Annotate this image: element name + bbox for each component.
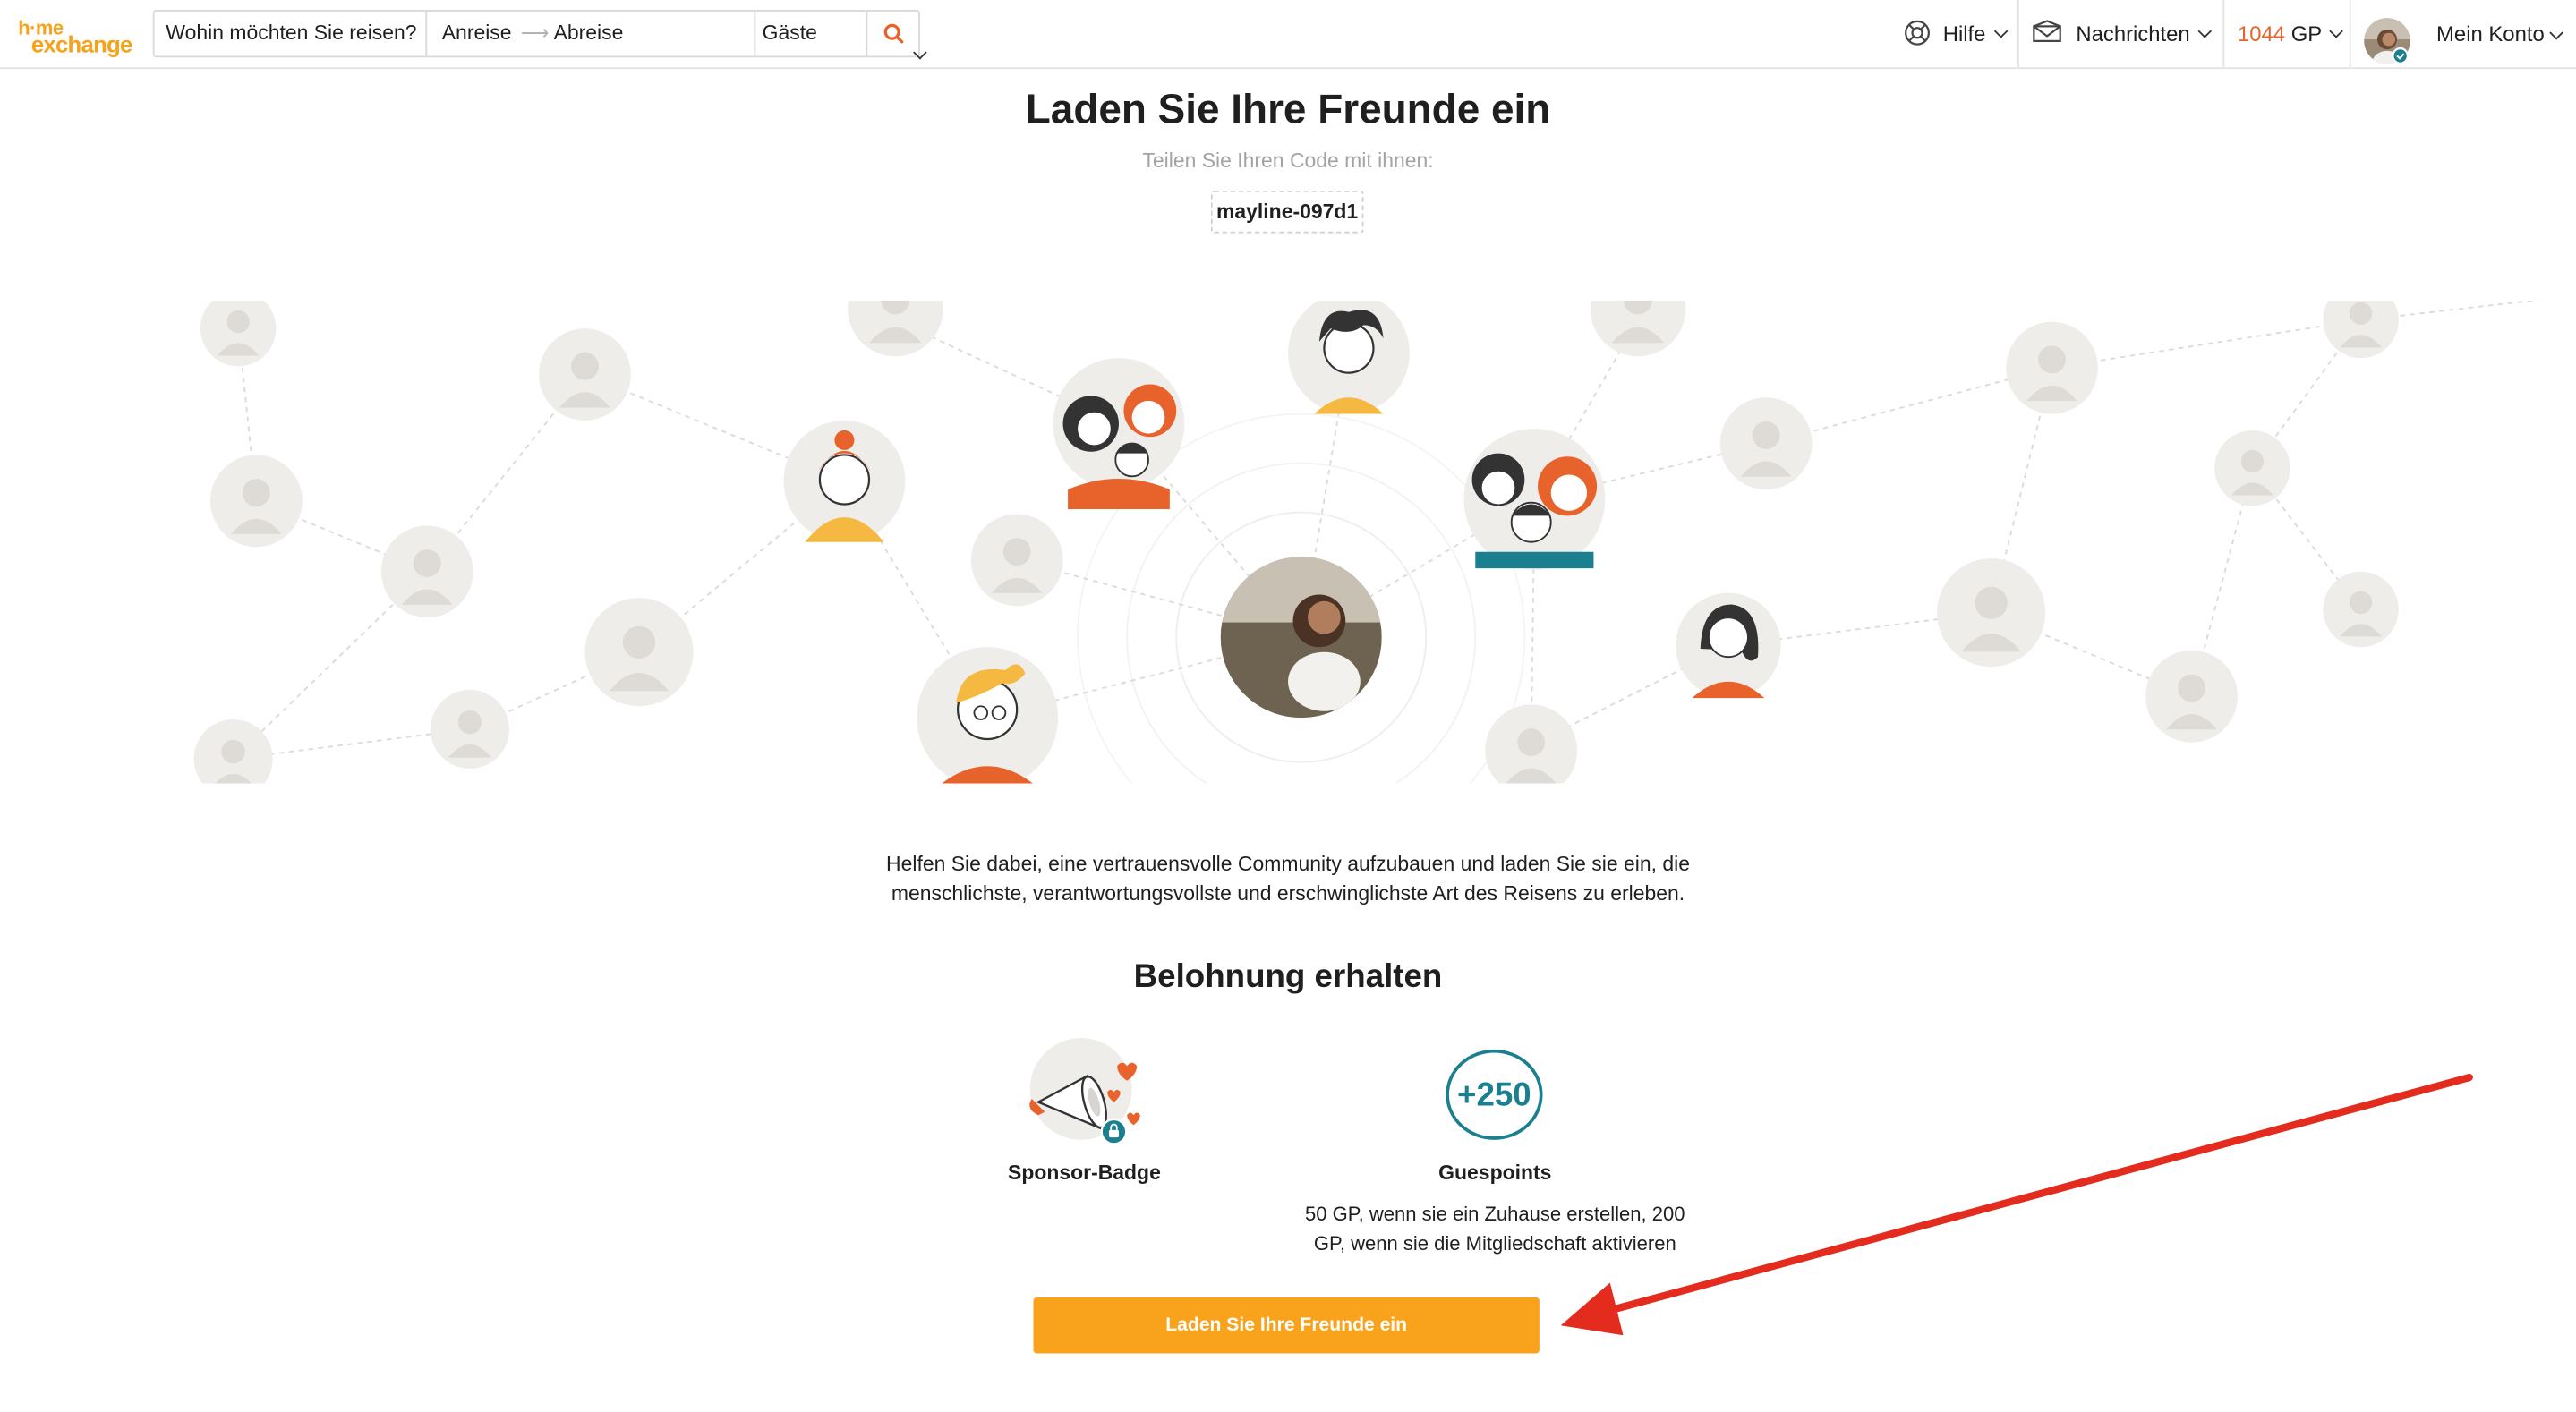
invite-description-line: menschlichste, verantwortungsvollste und… [891,881,1685,906]
placeholder-avatar [2323,571,2399,648]
guests-label: Gäste [762,21,817,45]
community-network-illustration [193,300,2541,784]
lock-icon [1100,1118,1128,1145]
avatar [2364,18,2410,64]
invite-description: Helfen Sie dabei, eine vertrauensvolle C… [0,849,2576,908]
page-subtitle: Teilen Sie Ihren Code mit ihnen: [1142,149,1434,173]
referral-code[interactable]: mayline-097d1 [1210,190,1364,234]
points-unit: GP [2290,21,2323,47]
placeholder-avatar [2006,321,2098,414]
guestpoints-badge: +250 [1446,1049,1543,1140]
chevron-down-icon [2197,24,2213,38]
placeholder-avatar [430,689,510,770]
date-range-field[interactable]: Anreise ⟶ Abreise [427,11,756,56]
guestpoints-menu[interactable]: 1044 GP [2237,0,2344,67]
placeholder-avatar [2214,430,2290,506]
chevron-down-icon [2329,24,2344,38]
redhead-woman-avatar [783,420,906,542]
help-menu[interactable]: Hilfe [1903,0,2008,67]
checkout-field[interactable]: Abreise [554,12,624,56]
messages-label: Nachrichten [2076,21,2190,47]
checkin-field[interactable]: Anreise [442,12,512,56]
help-label: Hilfe [1942,21,1986,47]
guests-select[interactable]: Gäste [755,11,927,60]
logo-line2: exchange [30,30,132,58]
divider [2222,0,2225,68]
messages-menu[interactable]: Nachrichten [2033,0,2213,67]
placeholder-avatar [1937,558,2046,668]
placeholder-avatar [848,300,943,357]
placeholder-avatar [1590,300,1686,357]
placeholder-avatar [200,300,277,367]
divider [2349,0,2351,68]
placeholder-avatar [539,328,631,421]
date-arrow-icon: ⟶ [520,21,550,45]
arrow-annotation [1560,1073,2473,1336]
placeholder-avatar [1719,397,1813,489]
chevron-down-icon [1993,24,2008,38]
divider [2017,0,2019,68]
dark-hair-woman-avatar [1676,592,1781,699]
destination-input[interactable]: Wohin möchten Sie reisen? [155,11,428,56]
envelope-icon [2033,20,2061,42]
curly-man-avatar [1288,300,1410,414]
placeholder-avatar [584,598,694,707]
search-icon [883,23,904,44]
sponsor-badge-icon [1029,1038,1140,1145]
family-avatar [1053,358,1185,510]
placeholder-avatar [193,719,273,784]
search-bar: Wohin möchten Sie reisen? Anreise ⟶ Abre… [152,10,927,60]
top-navigation: h·me exchange Wohin möchten Sie reisen? … [0,0,2576,70]
account-label: Mein Konto [2436,21,2545,47]
placeholder-avatar [970,514,1063,607]
points-value: 1044 [2237,21,2286,47]
chevron-down-icon [2549,25,2563,40]
page-title: Laden Sie Ihre Freunde ein [1025,87,1551,133]
blonde-boy-avatar [917,647,1059,784]
placeholder-avatar [2145,650,2238,743]
placeholder-avatar [2323,300,2399,359]
account-menu[interactable]: Mein Konto [2362,0,2576,67]
help-lifebuoy-icon [1905,20,1930,46]
sponsor-badge-label: Sponsor-Badge [1008,1161,1161,1185]
placeholder-avatar [1485,704,1578,784]
user-photo-avatar [1220,557,1382,719]
invite-friends-button[interactable]: Laden Sie Ihre Freunde ein [1033,1297,1540,1354]
group-avatar [1463,429,1606,570]
placeholder-avatar [380,525,473,618]
homeexchange-logo[interactable]: h·me exchange [18,16,136,57]
reward-title: Belohnung erhalten [1133,958,1443,996]
invite-description-line: Helfen Sie dabei, eine vertrauensvolle C… [886,852,1690,876]
search-button[interactable] [866,11,918,56]
placeholder-avatar [209,455,303,548]
